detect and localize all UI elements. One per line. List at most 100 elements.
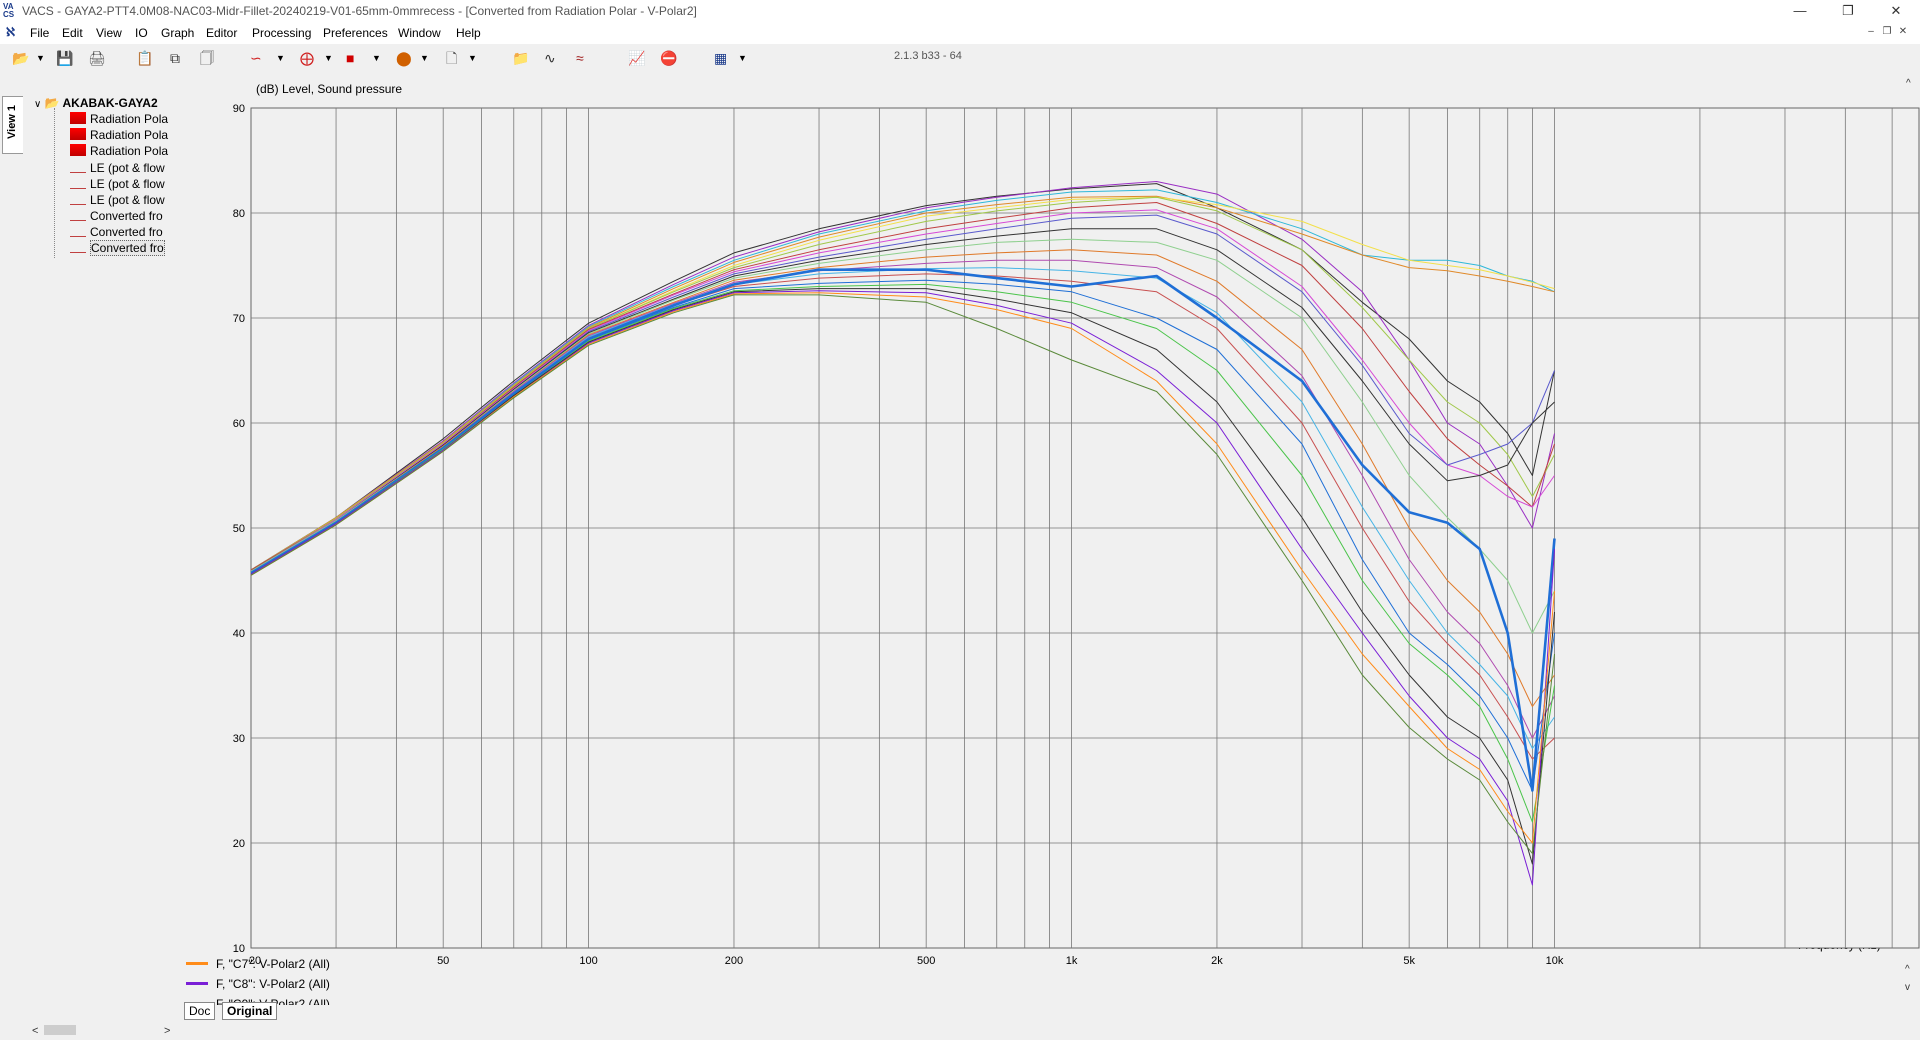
window-layout-icon[interactable]: ▦ — [714, 49, 727, 67]
tree-item-selected[interactable]: Converted fro — [70, 240, 165, 256]
mdi-close-icon[interactable]: ✕ — [1896, 25, 1910, 39]
radiation-icon — [70, 112, 86, 124]
graph-curve-icon[interactable]: ∽ — [250, 49, 262, 67]
y-tick-label: 50 — [233, 523, 245, 535]
polar-plot-icon[interactable]: ⨁ — [300, 49, 314, 67]
chart-tool-icon[interactable]: 📈 — [628, 49, 645, 67]
curve-icon — [70, 192, 86, 205]
horizontal-scrollbar[interactable]: < > — [26, 1022, 176, 1038]
curve-processing-icon[interactable]: ∿ — [544, 49, 556, 67]
legend-item[interactable]: F, "C8": V-Polar2 (All) — [186, 977, 330, 993]
y-tick-label: 60 — [233, 418, 245, 430]
curve-icon — [70, 160, 86, 173]
stop-icon[interactable]: ⛔ — [660, 49, 677, 67]
document-dropdown-icon[interactable]: ▼ — [468, 49, 477, 67]
legend-swatch — [186, 962, 208, 965]
x-tick-label: 10k — [1546, 955, 1564, 967]
scroll-right-icon[interactable]: > — [164, 1025, 170, 1037]
legend: F, "C7": V-Polar2 (All) F, "C8": V-Polar… — [186, 955, 746, 1005]
y-tick-label: 90 — [233, 103, 245, 115]
new-document-icon[interactable]: 🗋 — [446, 49, 457, 67]
curve-icon — [70, 208, 86, 221]
project-folder-icon: 📂 — [44, 96, 60, 110]
y-tick-label: 10 — [233, 943, 245, 955]
tree-item[interactable]: LE (pot & flow — [70, 176, 165, 192]
frequency-response-chart[interactable]: 10203040506070809020 50 100 200 500 1k 2k 5k 10k… — [180, 80, 1920, 970]
radiation-icon — [70, 144, 86, 156]
app-menu-icon[interactable]: ℵ — [6, 25, 15, 39]
y-tick-label: 80 — [233, 208, 245, 220]
menu-processing[interactable]: Processing — [252, 26, 311, 40]
paste-icon[interactable]: 🗍 — [200, 49, 214, 67]
y-tick-label: 30 — [233, 733, 245, 745]
tree-item[interactable]: LE (pot & flow — [70, 160, 165, 176]
close-button[interactable]: ✕ — [1874, 0, 1918, 22]
scroll-down-icon[interactable]: v — [1905, 982, 1910, 993]
radiation-dropdown-icon[interactable]: ▼ — [372, 49, 381, 67]
save-icon[interactable]: 💾 — [56, 49, 73, 67]
y-tick-label: 40 — [233, 628, 245, 640]
curve-icon — [70, 240, 86, 253]
tree-root-label: AKABAK-GAYA2 — [62, 96, 158, 110]
menu-bar: ℵ File Edit View IO Graph Editor Process… — [0, 22, 1920, 44]
tab-original[interactable]: Original — [222, 1002, 278, 1020]
polar-dropdown-icon[interactable]: ▼ — [324, 49, 333, 67]
window-title: VACS - GAYA2-PTT4.0M08-NAC03-Midr-Fillet… — [22, 4, 697, 18]
x-tick-label: 5k — [1403, 955, 1415, 967]
vertical-scrollbar[interactable]: ^ ^ v — [1902, 72, 1918, 1022]
menu-view[interactable]: View — [96, 26, 122, 40]
version-label: 2.1.3 b33 - 64 — [894, 50, 962, 62]
menu-preferences[interactable]: Preferences — [323, 26, 388, 40]
legend-swatch — [186, 982, 208, 985]
menu-edit[interactable]: Edit — [62, 26, 83, 40]
view-tab[interactable]: View 1 — [2, 96, 23, 154]
graph-dropdown-icon[interactable]: ▼ — [276, 49, 285, 67]
menu-graph[interactable]: Graph — [161, 26, 194, 40]
legend-item[interactable]: F, "C7": V-Polar2 (All) — [186, 957, 330, 973]
print-icon[interactable]: 🖨 — [88, 49, 106, 67]
open-dropdown-icon[interactable]: ▼ — [36, 49, 45, 67]
tree-item[interactable]: Radiation Pola — [70, 112, 168, 128]
x-tick-label: 1k — [1066, 955, 1078, 967]
tree-item[interactable]: Radiation Pola — [70, 128, 168, 144]
menu-io[interactable]: IO — [135, 26, 148, 40]
app-icon: VA CS — [3, 2, 15, 19]
menu-window[interactable]: Window — [398, 26, 441, 40]
curve-icon — [70, 176, 86, 189]
tree-item[interactable]: Converted fro — [70, 224, 163, 240]
radiation-icon — [70, 128, 86, 140]
curve-compare-icon[interactable]: ≈ — [576, 49, 584, 67]
color-map-icon[interactable]: ⬤ — [396, 49, 412, 67]
tab-doc[interactable]: Doc — [184, 1002, 216, 1020]
project-tree: ∨ 📂 AKABAK-GAYA2 Radiation Pola Radiatio… — [26, 94, 178, 264]
scroll-left-icon[interactable]: < — [32, 1025, 38, 1037]
x-tick-label: 500 — [917, 955, 935, 967]
chart-area[interactable]: 10 20 30 40 50 60 70 80 90 20 50 100 200 500 1k 2k 5k 10k… — [180, 80, 1920, 970]
tree-item[interactable]: Radiation Pola — [70, 144, 168, 160]
tree-item[interactable]: Converted fro — [70, 208, 163, 224]
y-tick-label: 70 — [233, 313, 245, 325]
layout-dropdown-icon[interactable]: ▼ — [738, 49, 747, 67]
menu-editor[interactable]: Editor — [206, 26, 237, 40]
minimize-button[interactable]: — — [1778, 0, 1822, 22]
open-folder-icon[interactable]: 📂 — [12, 49, 29, 67]
x-tick-label: 2k — [1211, 955, 1223, 967]
colormap-dropdown-icon[interactable]: ▼ — [420, 49, 429, 67]
mdi-minimize-icon[interactable]: – — [1864, 25, 1878, 39]
tree-properties-icon[interactable]: 📋 — [136, 49, 153, 67]
tree-item[interactable]: LE (pot & flow — [70, 192, 165, 208]
copy-icon[interactable]: ⧉ — [170, 49, 180, 67]
menu-file[interactable]: File — [30, 26, 49, 40]
y-tick-label: 20 — [233, 838, 245, 850]
radiation-icon[interactable]: ■ — [346, 49, 354, 67]
scroll-up-icon[interactable]: ^ — [1905, 964, 1910, 975]
title-bar: VA CS VACS - GAYA2-PTT4.0M08-NAC03-Midr-F… — [0, 0, 1920, 22]
mdi-restore-icon[interactable]: ❐ — [1880, 25, 1894, 39]
scroll-up-icon[interactable]: ^ — [1906, 78, 1911, 89]
scroll-thumb[interactable] — [44, 1025, 76, 1035]
tree-expand-icon[interactable]: ∨ — [34, 99, 41, 110]
tree-root[interactable]: ∨ 📂 AKABAK-GAYA2 — [34, 96, 158, 110]
import-curve-icon[interactable]: 📁 — [512, 49, 529, 67]
menu-help[interactable]: Help — [456, 26, 481, 40]
restore-button[interactable]: ❐ — [1826, 0, 1870, 22]
